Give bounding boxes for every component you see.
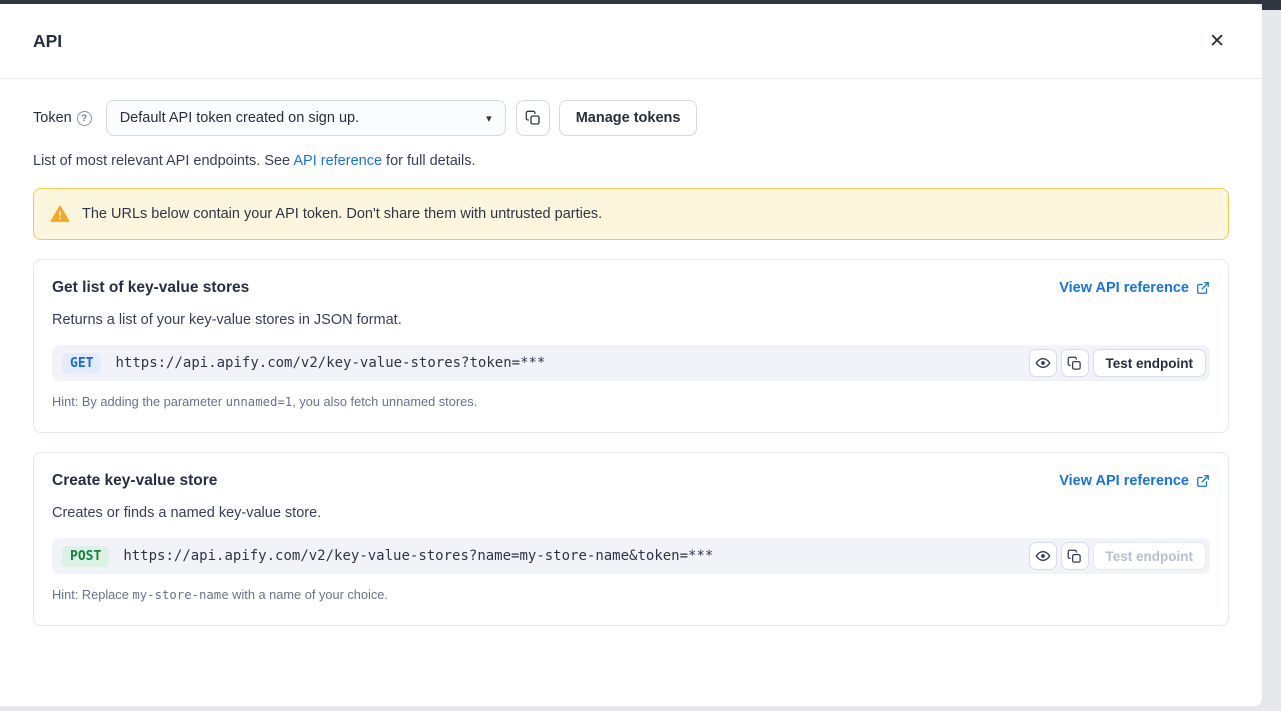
- method-badge: GET: [62, 353, 101, 374]
- external-link-icon: [1196, 474, 1210, 488]
- copy-url-button[interactable]: [1061, 349, 1089, 377]
- card-head: Create key-value store View API referenc…: [52, 472, 1210, 490]
- copy-token-button[interactable]: [516, 100, 550, 136]
- card-head: Get list of key-value stores View API re…: [52, 279, 1210, 297]
- hint-code: my-store-name: [132, 588, 228, 602]
- intro-after: for full details.: [382, 153, 476, 169]
- chevron-down-icon: ▾: [486, 112, 492, 125]
- token-label: Token: [33, 110, 72, 126]
- endpoint-description: Creates or finds a named key-value store…: [52, 505, 1210, 521]
- hint-prefix: Hint: Replace: [52, 587, 132, 602]
- hint-prefix: Hint: By adding the parameter: [52, 394, 226, 409]
- close-icon[interactable]: ✕: [1205, 28, 1229, 55]
- token-dropdown[interactable]: Default API token created on sign up. ▾: [106, 100, 506, 136]
- method-badge: POST: [62, 546, 109, 567]
- intro-text: List of most relevant API endpoints. See…: [33, 153, 1229, 169]
- warning-text: The URLs below contain your API token. D…: [82, 206, 602, 222]
- endpoint-url-bar: POST https://api.apify.com/v2/key-value-…: [52, 538, 1210, 574]
- hint-suffix: , you also fetch unnamed stores.: [292, 394, 477, 409]
- token-row: Token ? Default API token created on sig…: [33, 100, 1229, 136]
- hint-code: unnamed=1: [226, 395, 293, 409]
- test-endpoint-button[interactable]: Test endpoint: [1093, 542, 1207, 570]
- api-reference-link[interactable]: API reference: [293, 153, 382, 169]
- page-corner: [1262, 0, 1281, 10]
- view-api-reference-label: View API reference: [1059, 280, 1189, 296]
- endpoint-title: Get list of key-value stores: [52, 279, 249, 297]
- endpoint-url: https://api.apify.com/v2/key-value-store…: [115, 355, 1028, 371]
- hint-suffix: with a name of your choice.: [229, 587, 388, 602]
- endpoint-title: Create key-value store: [52, 472, 217, 490]
- test-endpoint-button[interactable]: Test endpoint: [1093, 349, 1207, 377]
- endpoint-hint: Hint: Replace my-store-name with a name …: [52, 587, 1210, 602]
- copy-url-button[interactable]: [1061, 542, 1089, 570]
- intro-before: List of most relevant API endpoints. See: [33, 153, 293, 169]
- modal-title: API: [33, 31, 62, 52]
- endpoint-description: Returns a list of your key-value stores …: [52, 312, 1210, 328]
- endpoint-url-bar: GET https://api.apify.com/v2/key-value-s…: [52, 345, 1210, 381]
- url-actions: Test endpoint: [1029, 542, 1207, 570]
- endpoint-card-create-store: Create key-value store View API referenc…: [33, 452, 1229, 626]
- modal-body: Token ? Default API token created on sig…: [0, 100, 1262, 626]
- endpoint-card-get-list: Get list of key-value stores View API re…: [33, 259, 1229, 433]
- view-api-reference-link[interactable]: View API reference: [1059, 280, 1210, 296]
- copy-icon: [1067, 356, 1082, 371]
- reveal-token-button[interactable]: [1029, 349, 1057, 377]
- modal-header: API ✕: [0, 4, 1262, 79]
- view-api-reference-link[interactable]: View API reference: [1059, 473, 1210, 489]
- warning-banner: The URLs below contain your API token. D…: [33, 188, 1229, 240]
- copy-icon: [525, 110, 541, 126]
- view-api-reference-label: View API reference: [1059, 473, 1189, 489]
- manage-tokens-button[interactable]: Manage tokens: [559, 100, 698, 136]
- reveal-token-button[interactable]: [1029, 542, 1057, 570]
- help-icon[interactable]: ?: [77, 111, 92, 126]
- eye-icon: [1035, 548, 1051, 564]
- eye-icon: [1035, 355, 1051, 371]
- warning-icon: [50, 204, 70, 224]
- copy-icon: [1067, 549, 1082, 564]
- endpoint-hint: Hint: By adding the parameter unnamed=1,…: [52, 394, 1210, 409]
- external-link-icon: [1196, 281, 1210, 295]
- url-actions: Test endpoint: [1029, 349, 1207, 377]
- api-modal: API ✕ Token ? Default API token created …: [0, 4, 1262, 706]
- endpoint-url: https://api.apify.com/v2/key-value-store…: [123, 548, 1028, 564]
- token-dropdown-value: Default API token created on sign up.: [120, 110, 359, 126]
